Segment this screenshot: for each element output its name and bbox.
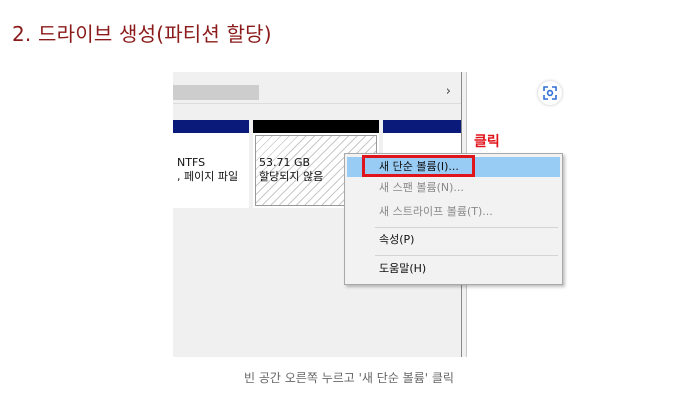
- unallocated-band: [253, 120, 379, 133]
- partition-unallocated-status: 할당되지 않음: [259, 170, 324, 183]
- chevron-right-icon[interactable]: ›: [446, 84, 451, 99]
- section-heading: 2. 드라이브 생성(파티션 할당): [12, 22, 272, 46]
- partition-band: [383, 120, 461, 133]
- menu-item-new-striped-volume[interactable]: 새 스트라이프 볼륨(T)...: [347, 202, 560, 222]
- menu-separator: [375, 255, 558, 256]
- menu-item-help[interactable]: 도움말(H): [347, 259, 560, 279]
- menu-separator: [375, 227, 558, 228]
- partition-band: [173, 120, 249, 133]
- partition-size: 53.71 GB: [259, 156, 311, 169]
- partition-fs: NTFS: [177, 156, 206, 169]
- partition-status: , 페이지 파일: [177, 170, 239, 183]
- horizontal-scrollbar[interactable]: ›: [173, 83, 461, 104]
- lens-glyph: [543, 86, 557, 100]
- scrollbar-thumb[interactable]: [173, 85, 259, 100]
- highlight-box: [362, 155, 475, 177]
- google-lens-icon[interactable]: [538, 81, 562, 105]
- menu-item-new-spanned-volume[interactable]: 새 스팬 볼륨(N)...: [347, 178, 560, 198]
- image-caption: 빈 공간 오른쪽 누르고 '새 단순 볼륨' 클릭: [244, 371, 454, 385]
- menu-item-properties[interactable]: 속성(P): [347, 230, 560, 250]
- click-annotation: 클릭: [474, 134, 500, 150]
- partition-ntfs[interactable]: NTFS , 페이지 파일: [173, 120, 249, 208]
